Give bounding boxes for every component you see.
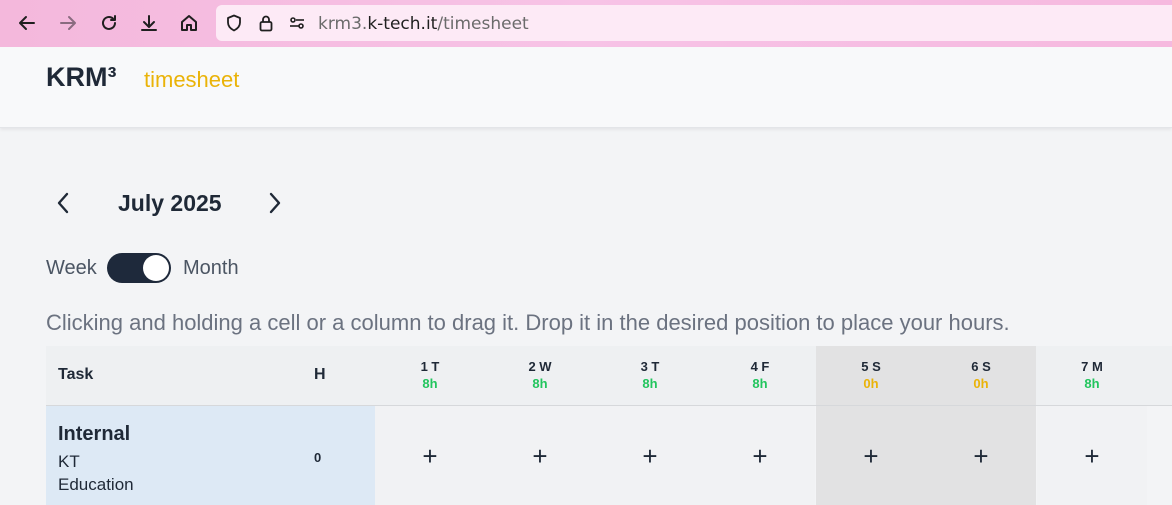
table-row: Internal KT Education 0 + + + + + + +	[46, 406, 1172, 505]
day-header-weekend[interactable]: 6 S 0h	[926, 346, 1036, 405]
timesheet-table: Task H 1 T 8h 2 W 8h 3 T 8h 4 F 8h 5 S 0…	[46, 346, 1172, 505]
app-header: KRM³ timesheet	[0, 47, 1172, 128]
chevron-right-icon	[269, 192, 281, 214]
next-month-button[interactable]	[262, 190, 288, 216]
task-client: KT	[58, 452, 80, 471]
table-header: Task H 1 T 8h 2 W 8h 3 T 8h 4 F 8h 5 S 0…	[46, 346, 1172, 406]
task-total-hours: 0	[314, 450, 322, 465]
url-prefix: krm3.	[318, 14, 368, 34]
day-header[interactable]: 3 T 8h	[595, 346, 705, 405]
hours-cell[interactable]: +	[375, 406, 485, 505]
home-button[interactable]	[174, 8, 204, 38]
day-label: 1 T	[420, 359, 440, 374]
hours-cell[interactable]: +	[485, 406, 595, 505]
day-label: 7 M	[1081, 359, 1103, 374]
browser-toolbar: krm3.k-tech.it/timesheet	[0, 0, 1172, 47]
day-header[interactable]: 2 W 8h	[485, 346, 595, 405]
plus-icon: +	[752, 440, 768, 471]
arrow-left-icon	[19, 16, 35, 30]
day-header[interactable]: 7 M 8h	[1037, 346, 1147, 405]
day-hours: 0h	[973, 376, 989, 391]
day-hours: 8h	[752, 376, 768, 391]
hours-cell-weekend[interactable]: +	[816, 406, 926, 505]
plus-icon: +	[642, 440, 658, 471]
week-month-toggle[interactable]	[107, 253, 171, 283]
day-header[interactable]: 4 F 8h	[705, 346, 815, 405]
plus-icon: +	[422, 440, 438, 471]
task-project: Internal	[58, 423, 131, 445]
day-label: 3 T	[640, 359, 660, 374]
chevron-left-icon	[57, 192, 69, 214]
hours-cell[interactable]: +	[1037, 406, 1147, 505]
day-header-weekend[interactable]: 5 S 0h	[816, 346, 926, 405]
day-label: 6 S	[971, 359, 991, 374]
url-path: /timesheet	[437, 14, 529, 34]
arrow-right-icon	[60, 16, 76, 30]
brand-logo[interactable]: KRM³	[46, 62, 116, 93]
url-text[interactable]: krm3.k-tech.it/timesheet	[318, 14, 529, 34]
column-header-task: Task	[58, 366, 94, 383]
site-settings-icon[interactable]	[288, 14, 306, 32]
downloads-button[interactable]	[134, 8, 164, 38]
hours-cell[interactable]: +	[595, 406, 705, 505]
download-icon	[141, 15, 157, 31]
reload-icon	[102, 15, 116, 30]
day-header[interactable]: 1 T 8h	[375, 346, 485, 405]
toggle-knob[interactable]	[143, 255, 169, 281]
plus-icon: +	[863, 440, 879, 471]
shield-icon[interactable]	[225, 14, 243, 32]
toggle-label-month: Month	[183, 257, 239, 279]
day-label: 4 F	[750, 359, 770, 374]
task-cell: Internal KT Education 0	[46, 406, 375, 505]
day-hours: 8h	[642, 376, 658, 391]
month-label: July 2025	[118, 190, 222, 216]
home-icon	[181, 15, 197, 31]
page-title: timesheet	[144, 67, 240, 92]
forward-button[interactable]	[53, 8, 83, 38]
column-header-hours: H	[314, 366, 326, 383]
address-bar[interactable]: krm3.k-tech.it/timesheet	[216, 5, 1172, 41]
hours-cell[interactable]: +	[705, 406, 815, 505]
lock-icon[interactable]	[257, 14, 275, 32]
plus-icon: +	[532, 440, 548, 471]
previous-month-button[interactable]	[50, 190, 76, 216]
day-label: 5 S	[861, 359, 881, 374]
back-button[interactable]	[12, 8, 42, 38]
task-category: Education	[58, 475, 134, 494]
day-hours: 8h	[1084, 376, 1100, 391]
hours-cell-weekend[interactable]: +	[926, 406, 1036, 505]
day-hours: 0h	[863, 376, 879, 391]
drag-hint-text: Clicking and holding a cell or a column …	[46, 310, 1010, 335]
day-hours: 8h	[532, 376, 548, 391]
day-label: 2 W	[528, 359, 552, 374]
plus-icon: +	[1084, 440, 1100, 471]
reload-button[interactable]	[94, 8, 124, 38]
day-hours: 8h	[422, 376, 438, 391]
toggle-label-week: Week	[46, 257, 97, 279]
plus-icon: +	[973, 440, 989, 471]
url-host: k-tech.it	[367, 14, 438, 34]
